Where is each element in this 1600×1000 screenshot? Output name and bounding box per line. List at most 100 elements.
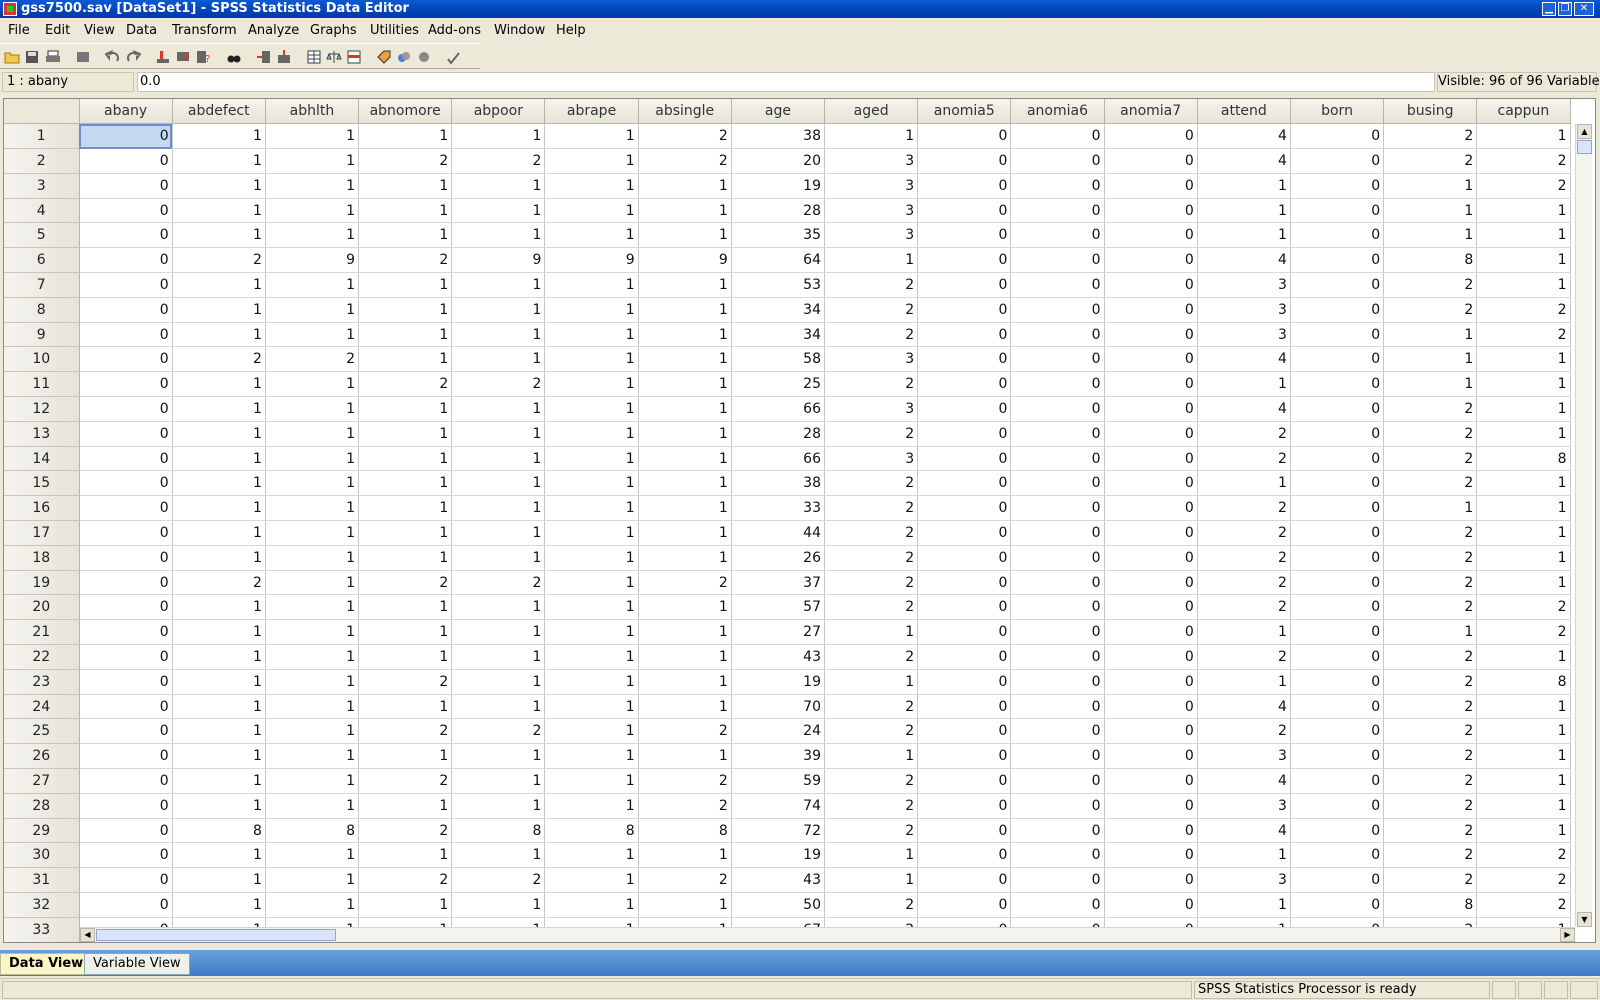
data-cell-anomia6[interactable]: 0 bbox=[1010, 768, 1105, 794]
data-cell-anomia6[interactable]: 0 bbox=[1010, 446, 1105, 472]
data-cell-attend[interactable]: 4 bbox=[1197, 148, 1291, 174]
column-header-abdefect[interactable]: abdefect bbox=[172, 99, 266, 125]
data-cell-aged[interactable]: 3 bbox=[824, 222, 919, 249]
data-cell-aged[interactable]: 2 bbox=[824, 421, 919, 447]
data-cell-abhlth[interactable]: 1 bbox=[265, 842, 360, 869]
data-cell-abnomore[interactable]: 2 bbox=[358, 818, 453, 844]
data-cell-abpoor[interactable]: 1 bbox=[451, 545, 546, 571]
data-cell-abnomore[interactable]: 1 bbox=[358, 123, 453, 150]
data-cell-anomia6[interactable]: 0 bbox=[1010, 470, 1105, 497]
minimize-button[interactable]: ▁ bbox=[1542, 2, 1556, 16]
data-cell-cappun[interactable]: 2 bbox=[1476, 297, 1571, 323]
data-cell-aged[interactable]: 1 bbox=[824, 743, 919, 770]
data-cell-born[interactable]: 0 bbox=[1290, 768, 1385, 794]
data-cell-attend[interactable]: 1 bbox=[1197, 198, 1291, 224]
data-cell-abany[interactable]: 0 bbox=[79, 396, 173, 422]
data-cell-aged[interactable]: 3 bbox=[824, 446, 919, 472]
data-cell-absingle[interactable]: 1 bbox=[638, 520, 732, 546]
data-cell-born[interactable]: 0 bbox=[1290, 619, 1385, 646]
data-cell-absingle[interactable]: 2 bbox=[638, 148, 732, 174]
data-cell-abhlth[interactable]: 1 bbox=[265, 222, 360, 249]
data-cell-abrape[interactable]: 1 bbox=[544, 570, 639, 596]
row-header[interactable]: 4 bbox=[4, 198, 80, 224]
row-header[interactable]: 18 bbox=[4, 545, 80, 571]
data-cell-abany[interactable]: 0 bbox=[79, 768, 173, 794]
data-cell-absingle[interactable]: 1 bbox=[638, 892, 732, 918]
data-cell-absingle[interactable]: 1 bbox=[638, 669, 732, 695]
data-cell-born[interactable]: 0 bbox=[1290, 842, 1385, 869]
data-cell-absingle[interactable]: 2 bbox=[638, 768, 732, 794]
data-cell-cappun[interactable]: 1 bbox=[1476, 718, 1571, 745]
data-cell-anomia6[interactable]: 0 bbox=[1010, 694, 1105, 720]
row-header[interactable]: 9 bbox=[4, 322, 80, 348]
data-cell-abany[interactable]: 0 bbox=[79, 669, 173, 695]
data-cell-absingle[interactable]: 1 bbox=[638, 297, 732, 323]
data-cell-abrape[interactable]: 1 bbox=[544, 694, 639, 720]
data-cell-abrape[interactable]: 1 bbox=[544, 669, 639, 695]
data-cell-abrape[interactable]: 1 bbox=[544, 297, 639, 323]
data-cell-anomia6[interactable]: 0 bbox=[1010, 123, 1105, 150]
data-cell-anomia6[interactable]: 0 bbox=[1010, 570, 1105, 596]
undo-icon[interactable] bbox=[105, 49, 121, 65]
data-cell-born[interactable]: 0 bbox=[1290, 718, 1385, 745]
row-header[interactable]: 13 bbox=[4, 421, 80, 447]
data-cell-absingle[interactable]: 1 bbox=[638, 644, 732, 670]
data-cell-born[interactable]: 0 bbox=[1290, 222, 1385, 249]
data-cell-abany[interactable]: 0 bbox=[79, 173, 173, 199]
data-cell-age[interactable]: 72 bbox=[731, 818, 826, 844]
data-cell-anomia7[interactable]: 0 bbox=[1104, 743, 1198, 770]
scroll-left-arrow-icon[interactable]: ◀ bbox=[80, 928, 95, 942]
data-cell-abpoor[interactable]: 1 bbox=[451, 619, 546, 646]
row-header[interactable]: 14 bbox=[4, 446, 80, 472]
data-cell-busing[interactable]: 1 bbox=[1383, 495, 1478, 522]
data-cell-anomia5[interactable]: 0 bbox=[917, 793, 1012, 819]
data-cell-abhlth[interactable]: 1 bbox=[265, 173, 360, 199]
data-cell-age[interactable]: 74 bbox=[731, 793, 826, 819]
data-cell-age[interactable]: 43 bbox=[731, 867, 826, 893]
data-cell-absingle[interactable]: 1 bbox=[638, 545, 732, 571]
data-cell-born[interactable]: 0 bbox=[1290, 421, 1385, 447]
data-cell-abany[interactable]: 0 bbox=[79, 619, 173, 646]
row-header[interactable]: 5 bbox=[4, 222, 80, 249]
data-cell-anomia7[interactable]: 0 bbox=[1104, 346, 1198, 373]
data-cell-busing[interactable]: 2 bbox=[1383, 545, 1478, 571]
column-header-busing[interactable]: busing bbox=[1383, 99, 1478, 125]
horizontal-scroll-thumb[interactable] bbox=[96, 929, 336, 941]
data-cell-born[interactable]: 0 bbox=[1290, 173, 1385, 199]
data-cell-anomia7[interactable]: 0 bbox=[1104, 322, 1198, 348]
data-cell-born[interactable]: 0 bbox=[1290, 818, 1385, 844]
data-cell-anomia5[interactable]: 0 bbox=[917, 470, 1012, 497]
row-header[interactable]: 20 bbox=[4, 594, 80, 621]
data-cell-born[interactable]: 0 bbox=[1290, 669, 1385, 695]
data-cell-abany[interactable]: 0 bbox=[79, 842, 173, 869]
data-cell-cappun[interactable]: 1 bbox=[1476, 644, 1571, 670]
data-cell-abpoor[interactable]: 1 bbox=[451, 123, 546, 150]
data-cell-abhlth[interactable]: 1 bbox=[265, 470, 360, 497]
row-header[interactable]: 33 bbox=[4, 917, 80, 942]
row-header[interactable]: 29 bbox=[4, 818, 80, 844]
data-cell-attend[interactable]: 1 bbox=[1197, 371, 1291, 398]
data-cell-abhlth[interactable]: 1 bbox=[265, 322, 360, 348]
data-cell-abany[interactable]: 0 bbox=[79, 570, 173, 596]
data-cell-attend[interactable]: 2 bbox=[1197, 570, 1291, 596]
data-cell-abpoor[interactable]: 1 bbox=[451, 644, 546, 670]
data-cell-anomia7[interactable]: 0 bbox=[1104, 694, 1198, 720]
data-cell-aged[interactable]: 1 bbox=[824, 619, 919, 646]
row-header[interactable]: 8 bbox=[4, 297, 80, 323]
data-cell-abrape[interactable]: 1 bbox=[544, 198, 639, 224]
row-header[interactable]: 16 bbox=[4, 495, 80, 522]
data-cell-abnomore[interactable]: 1 bbox=[358, 446, 453, 472]
data-cell-cappun[interactable]: 1 bbox=[1476, 520, 1571, 546]
data-cell-absingle[interactable]: 1 bbox=[638, 619, 732, 646]
data-cell-abhlth[interactable]: 1 bbox=[265, 198, 360, 224]
data-cell-aged[interactable]: 2 bbox=[824, 495, 919, 522]
data-cell-abdefect[interactable]: 1 bbox=[172, 768, 266, 794]
data-cell-anomia7[interactable]: 0 bbox=[1104, 818, 1198, 844]
data-cell-attend[interactable]: 2 bbox=[1197, 545, 1291, 571]
data-cell-aged[interactable]: 1 bbox=[824, 123, 919, 150]
data-cell-cappun[interactable]: 1 bbox=[1476, 272, 1571, 298]
data-cell-aged[interactable]: 2 bbox=[824, 545, 919, 571]
data-cell-abpoor[interactable]: 1 bbox=[451, 669, 546, 695]
data-cell-age[interactable]: 25 bbox=[731, 371, 826, 398]
data-cell-abhlth[interactable]: 1 bbox=[265, 148, 360, 174]
